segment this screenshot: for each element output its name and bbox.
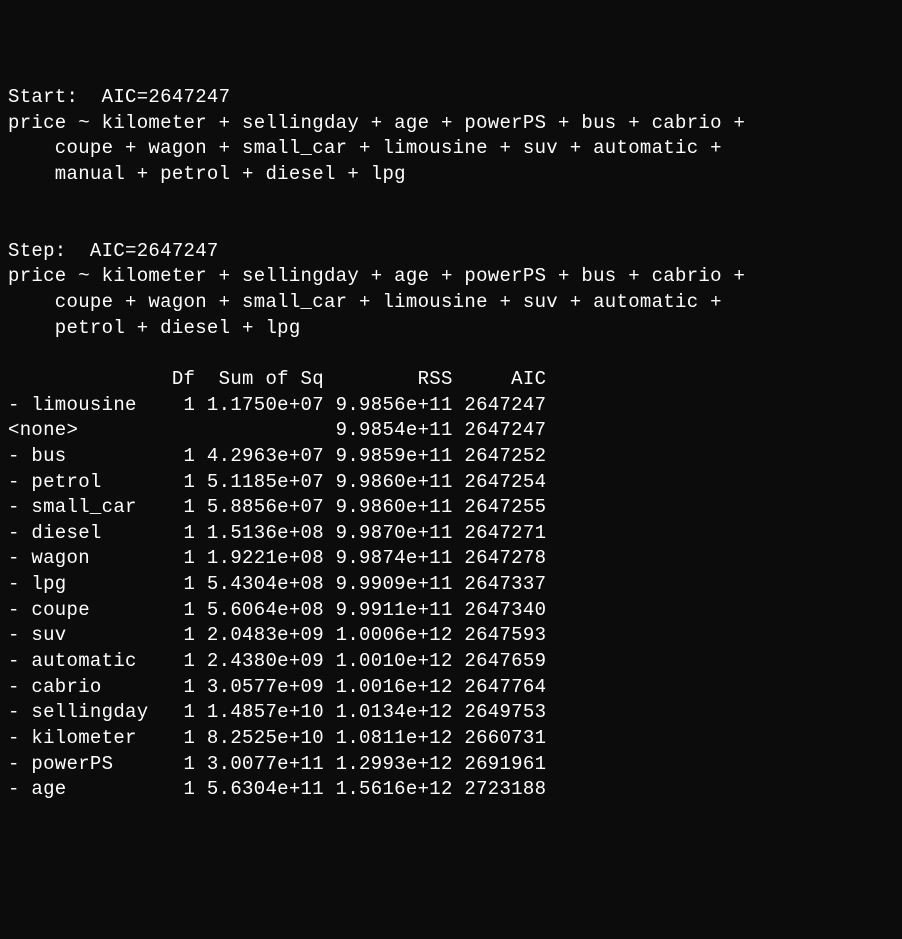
start-formula-line3: manual + petrol + diesel + lpg [8, 162, 894, 188]
step-aic-label: Step: AIC=2647247 [8, 239, 894, 265]
start-formula-line2: coupe + wagon + small_car + limousine + … [8, 136, 894, 162]
aic-table-body: - limousine 1 1.1750e+07 9.9856e+11 2647… [8, 393, 894, 803]
table-row: - powerPS 1 3.0077e+11 1.2993e+12 269196… [8, 752, 894, 778]
table-row: - automatic 1 2.4380e+09 1.0010e+12 2647… [8, 649, 894, 675]
table-row: - cabrio 1 3.0577e+09 1.0016e+12 2647764 [8, 675, 894, 701]
start-aic-label: Start: AIC=2647247 [8, 85, 894, 111]
table-row: - petrol 1 5.1185e+07 9.9860e+11 2647254 [8, 470, 894, 496]
table-row: - sellingday 1 1.4857e+10 1.0134e+12 264… [8, 700, 894, 726]
start-formula-line1: price ~ kilometer + sellingday + age + p… [8, 111, 894, 137]
table-row: - small_car 1 5.8856e+07 9.9860e+11 2647… [8, 495, 894, 521]
table-header: Df Sum of Sq RSS AIC [8, 367, 894, 393]
step-formula-line2: coupe + wagon + small_car + limousine + … [8, 290, 894, 316]
table-row: - limousine 1 1.1750e+07 9.9856e+11 2647… [8, 393, 894, 419]
table-row: - suv 1 2.0483e+09 1.0006e+12 2647593 [8, 623, 894, 649]
table-row: - kilometer 1 8.2525e+10 1.0811e+12 2660… [8, 726, 894, 752]
blank-line [8, 341, 894, 367]
table-row: - bus 1 4.2963e+07 9.9859e+11 2647252 [8, 444, 894, 470]
table-row: - age 1 5.6304e+11 1.5616e+12 2723188 [8, 777, 894, 803]
step-formula-line1: price ~ kilometer + sellingday + age + p… [8, 264, 894, 290]
step-formula-line3: petrol + diesel + lpg [8, 316, 894, 342]
blank-line [8, 187, 894, 213]
table-row: - wagon 1 1.9221e+08 9.9874e+11 2647278 [8, 546, 894, 572]
table-row: - diesel 1 1.5136e+08 9.9870e+11 2647271 [8, 521, 894, 547]
blank-line [8, 213, 894, 239]
table-row: - lpg 1 5.4304e+08 9.9909e+11 2647337 [8, 572, 894, 598]
table-row: <none> 9.9854e+11 2647247 [8, 418, 894, 444]
table-row: - coupe 1 5.6064e+08 9.9911e+11 2647340 [8, 598, 894, 624]
